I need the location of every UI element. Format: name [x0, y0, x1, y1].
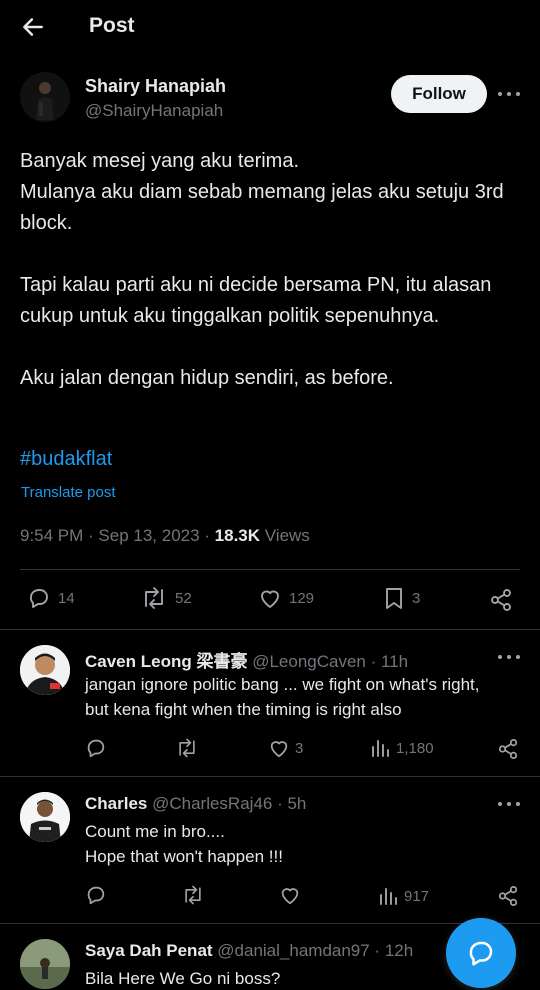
page-title: Post — [89, 14, 135, 37]
share-button[interactable] — [497, 738, 519, 760]
reply-handle-time[interactable]: @CharlesRaj46 · 5h — [147, 794, 306, 813]
reply-avatar[interactable] — [20, 645, 70, 695]
like-button[interactable]: 3 — [268, 737, 303, 759]
analytics-icon — [380, 888, 397, 905]
post-line: Aku jalan dengan hidup sendiri, as befor… — [20, 367, 394, 389]
views-count: 1,180 — [396, 739, 434, 757]
reply-line: Hope that won't happen !!! — [85, 847, 283, 866]
reply-handle-time[interactable]: @danial_hamdan97 · 12h — [213, 941, 413, 960]
reply-text: Bila Here We Go ni boss? — [85, 969, 281, 988]
author-avatar[interactable] — [20, 72, 70, 122]
views-button[interactable]: 917 — [378, 886, 429, 906]
reply-button[interactable]: 14 — [27, 586, 75, 610]
reply-line: Count me in bro.... — [85, 822, 225, 841]
bookmark-count: 3 — [412, 589, 421, 607]
repost-count: 52 — [175, 589, 192, 607]
divider — [0, 923, 540, 924]
reply-author-name[interactable]: Saya Dah Penat — [85, 941, 213, 960]
reply-more-icon[interactable] — [498, 801, 520, 807]
divider — [20, 569, 520, 570]
reply-icon — [87, 886, 105, 905]
repost-icon — [185, 885, 201, 905]
reply-avatar[interactable] — [20, 792, 70, 842]
post-line: Tapi kalau parti aku ni decide bersama P… — [20, 274, 492, 327]
post-line: Mulanya aku diam sebab memang jelas aku … — [20, 181, 504, 234]
post-line: Banyak mesej yang aku terima. — [20, 150, 300, 172]
repost-button[interactable] — [175, 737, 199, 759]
like-count: 129 — [289, 589, 315, 607]
divider — [0, 629, 540, 630]
reply-avatar[interactable] — [20, 939, 70, 989]
views-button[interactable]: 1,180 — [370, 738, 434, 758]
follow-button[interactable]: Follow — [391, 75, 487, 113]
chat-bubble-icon — [469, 941, 493, 966]
reply-count: 14 — [58, 589, 75, 607]
reply-button[interactable] — [85, 884, 107, 906]
reply-author-name[interactable]: Caven Leong 梁書豪 — [85, 652, 247, 671]
translate-post-link[interactable]: Translate post — [21, 484, 116, 501]
reply-header: Saya Dah Penat @danial_hamdan97 · 12h — [85, 941, 413, 961]
reply-icon — [30, 589, 48, 608]
author-handle[interactable]: @ShairyHanapiah — [85, 101, 223, 121]
divider — [0, 776, 540, 777]
reply-header: Charles @CharlesRaj46 · 5h — [85, 794, 306, 814]
repost-button[interactable] — [181, 884, 205, 906]
author-name[interactable]: Shairy Hanapiah — [85, 76, 226, 97]
analytics-icon — [372, 740, 389, 757]
like-button[interactable]: 129 — [258, 586, 314, 610]
reply-handle-time[interactable]: @LeongCaven · 11h — [247, 652, 408, 671]
reply-header: Caven Leong 梁書豪 @LeongCaven · 11h — [85, 647, 408, 672]
repost-icon — [179, 738, 195, 758]
share-icon — [491, 589, 511, 611]
views-count: 18.3K — [214, 526, 261, 545]
share-icon — [498, 885, 518, 907]
post-timestamp[interactable]: 9:54 PM · Sep 13, 2023 · — [20, 526, 215, 545]
heart-icon — [261, 590, 279, 608]
views-count: 917 — [404, 887, 430, 905]
like-button[interactable] — [279, 884, 301, 906]
bookmark-button[interactable]: 3 — [383, 586, 420, 610]
reply-button[interactable] — [85, 737, 107, 759]
compose-reply-button[interactable] — [446, 918, 516, 988]
like-count: 3 — [295, 739, 304, 757]
bookmark-icon — [386, 588, 402, 609]
top-bar: Post — [0, 0, 540, 54]
reply-icon — [87, 739, 105, 758]
share-button[interactable] — [497, 885, 519, 907]
reply-more-icon[interactable] — [498, 654, 520, 660]
post-text: Banyak mesej yang aku terima. Mulanya ak… — [20, 146, 520, 394]
heart-icon — [281, 888, 299, 905]
views-label: Views — [260, 526, 310, 545]
share-button[interactable] — [489, 588, 513, 612]
heart-icon — [270, 741, 288, 758]
post-meta: 9:54 PM · Sep 13, 2023 · 18.3K Views — [20, 526, 310, 546]
share-icon — [498, 738, 518, 760]
reply-text: jangan ignore politic bang ... we fight … — [85, 675, 480, 719]
reply-text: Count me in bro.... Hope that won't happ… — [85, 819, 505, 869]
repost-button[interactable]: 52 — [140, 586, 192, 610]
hashtag-link[interactable]: #budakflat — [20, 448, 112, 471]
repost-icon — [145, 587, 163, 609]
more-options-icon[interactable] — [498, 91, 520, 97]
arrow-left-icon[interactable] — [20, 14, 46, 40]
reply-author-name[interactable]: Charles — [85, 794, 147, 813]
